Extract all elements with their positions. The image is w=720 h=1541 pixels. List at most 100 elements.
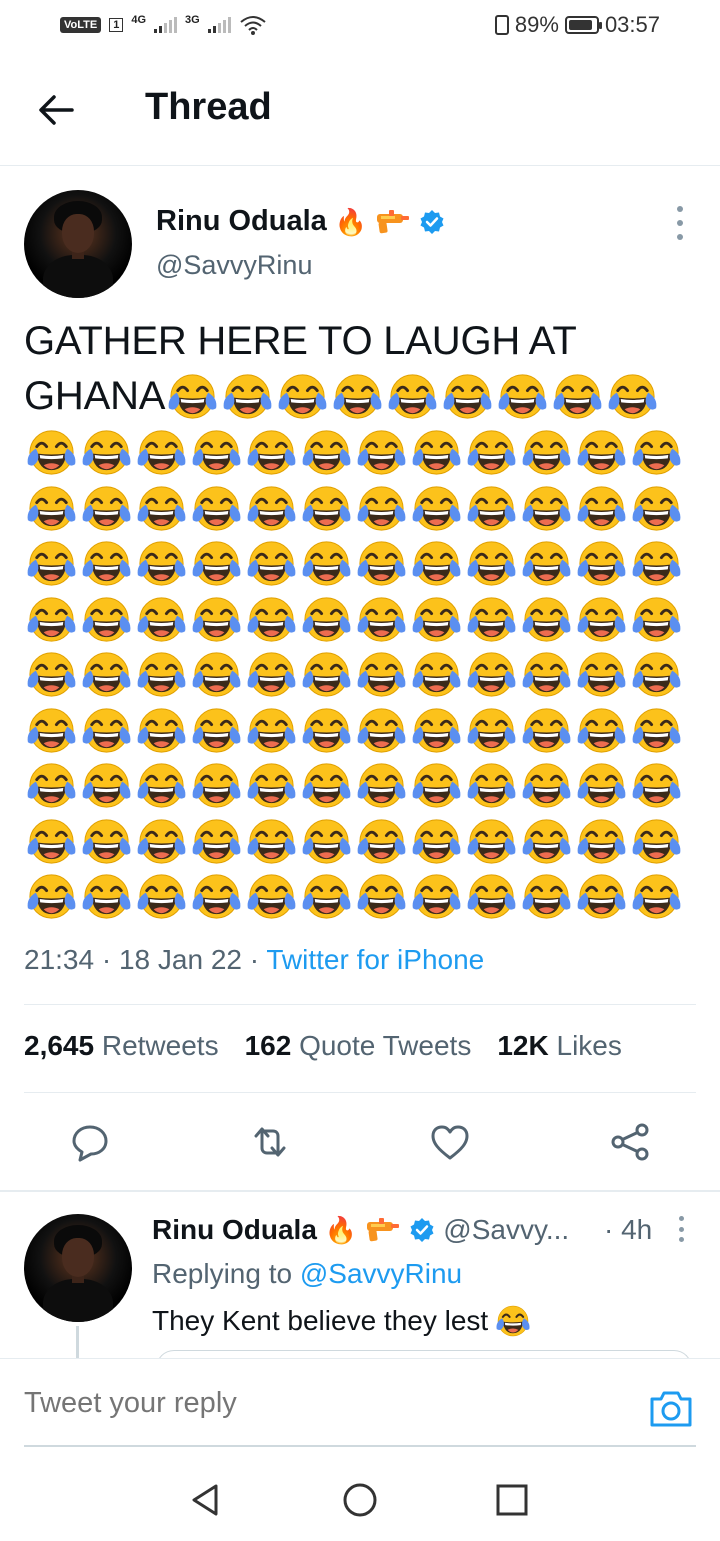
tears-of-joy-emoji-icon <box>354 758 409 813</box>
fire-emoji-icon: 🔥 <box>324 1215 358 1245</box>
sim-slot-indicator: 1 <box>109 18 124 32</box>
reply-input[interactable] <box>24 1387 634 1420</box>
tears-of-joy-emoji-icon <box>409 425 464 480</box>
reply-time: · 4h <box>604 1214 653 1245</box>
reply-header[interactable]: Rinu Oduala 🔥 @Savvy... · 4h <box>152 1214 692 1246</box>
tears-of-joy-emoji-icon <box>134 814 189 869</box>
more-options-icon[interactable] <box>672 206 688 240</box>
likes-stat[interactable]: 12K Likes <box>497 1030 622 1062</box>
verified-badge-icon <box>410 1218 434 1242</box>
retweet-icon[interactable] <box>248 1120 292 1164</box>
tears-of-joy-emoji-icon <box>464 814 519 869</box>
tears-of-joy-emoji-icon <box>244 536 299 591</box>
tweet-source-link[interactable]: Twitter for iPhone <box>266 944 484 975</box>
share-icon[interactable] <box>608 1120 652 1164</box>
tears-of-joy-emoji-icon <box>464 758 519 813</box>
nav-home-icon[interactable] <box>338 1478 382 1522</box>
author-name-row[interactable]: Rinu Oduala 🔥 <box>156 205 445 238</box>
tears-of-joy-emoji-icon <box>519 425 574 480</box>
tears-of-joy-emoji-icon <box>354 869 409 924</box>
wifi-icon <box>240 16 266 35</box>
tears-of-joy-emoji-icon <box>244 481 299 536</box>
signal-bars-1-icon <box>154 17 178 33</box>
tears-of-joy-emoji-icon <box>464 647 519 702</box>
tears-of-joy-emoji-icon <box>134 592 189 647</box>
tears-of-joy-emoji-icon <box>354 536 409 591</box>
tears-of-joy-emoji-icon <box>605 369 660 424</box>
status-bar-right: 89% 03:57 <box>494 12 660 38</box>
tears-of-joy-emoji-icon <box>519 536 574 591</box>
tears-of-joy-emoji-icon <box>244 592 299 647</box>
tears-of-joy-emoji-icon <box>134 425 189 480</box>
reply-icon[interactable] <box>68 1120 112 1164</box>
tweet-meta: 21:34 · 18 Jan 22 · Twitter for iPhone <box>24 944 484 976</box>
tears-of-joy-emoji-icon <box>189 425 244 480</box>
tears-of-joy-emoji-icon <box>495 369 550 424</box>
water-pistol-icon <box>367 1218 400 1242</box>
replying-mention-link[interactable]: @SavvyRinu <box>300 1258 462 1289</box>
retweets-stat[interactable]: 2,645 Retweets <box>24 1030 219 1062</box>
tears-of-joy-emoji-icon <box>574 481 629 536</box>
reply-text: They Kent believe they lest <box>152 1302 532 1340</box>
tears-of-joy-emoji-icon <box>574 425 629 480</box>
volte-indicator: VoLTE <box>60 17 102 33</box>
tweet-text-line-1: GATHER HERE TO LAUGH AT <box>24 319 577 363</box>
reply-composer <box>0 1358 720 1458</box>
tears-of-joy-emoji-icon <box>299 592 354 647</box>
reply-author-handle[interactable]: @Savvy... <box>443 1214 569 1246</box>
tears-of-joy-emoji-icon <box>519 814 574 869</box>
tears-of-joy-emoji-icon <box>409 592 464 647</box>
likes-count: 12K <box>497 1030 549 1061</box>
tears-of-joy-emoji-icon <box>299 703 354 758</box>
emoji-row <box>24 869 684 924</box>
tears-of-joy-emoji-icon <box>79 869 134 924</box>
tears-of-joy-emoji-icon <box>244 814 299 869</box>
emoji-row <box>165 369 660 424</box>
meta-separator: · <box>249 944 260 975</box>
reply-author-name[interactable]: Rinu Oduala <box>152 1214 317 1246</box>
tears-of-joy-emoji-icon <box>519 703 574 758</box>
tears-of-joy-emoji-icon <box>165 369 220 424</box>
tears-of-joy-emoji-icon <box>519 481 574 536</box>
tears-of-joy-emoji-icon <box>24 758 79 813</box>
reply-body: They Kent believe they lest <box>152 1305 489 1336</box>
nav-back-icon[interactable] <box>184 1478 228 1522</box>
water-pistol-icon <box>377 209 410 233</box>
back-arrow-icon[interactable] <box>36 90 76 130</box>
tears-of-joy-emoji-icon <box>24 814 79 869</box>
replying-to: Replying to @SavvyRinu <box>152 1258 462 1290</box>
like-heart-icon[interactable] <box>428 1120 472 1164</box>
tears-of-joy-emoji-icon <box>409 536 464 591</box>
tears-of-joy-emoji-icon <box>24 647 79 702</box>
tweet-text-line-2: GHANA <box>24 369 696 424</box>
tears-of-joy-emoji-icon <box>354 481 409 536</box>
author-name[interactable]: Rinu Oduala <box>156 205 327 238</box>
author-handle[interactable]: @SavvyRinu <box>156 250 312 281</box>
tears-of-joy-emoji-icon <box>24 703 79 758</box>
tears-of-joy-emoji-icon <box>330 369 385 424</box>
tears-of-joy-emoji-icon <box>189 703 244 758</box>
quote-tweets-stat[interactable]: 162 Quote Tweets <box>245 1030 472 1062</box>
tears-of-joy-emoji-icon <box>629 814 684 869</box>
camera-icon[interactable] <box>648 1387 694 1429</box>
tears-of-joy-emoji-icon <box>189 758 244 813</box>
tears-of-joy-emoji-icon <box>24 869 79 924</box>
reply-author-avatar[interactable] <box>24 1214 132 1322</box>
tears-of-joy-emoji-icon <box>299 425 354 480</box>
tears-of-joy-emoji-icon <box>299 869 354 924</box>
reply-more-options-icon[interactable] <box>676 1216 686 1242</box>
signal-bars-2-icon <box>207 17 231 33</box>
tweet-actions <box>0 1112 720 1172</box>
tears-of-joy-emoji-icon <box>385 369 440 424</box>
author-avatar[interactable] <box>24 190 132 298</box>
tears-of-joy-emoji-icon <box>574 703 629 758</box>
tears-of-joy-emoji-icon <box>134 758 189 813</box>
tears-of-joy-emoji-icon <box>629 758 684 813</box>
tears-of-joy-emoji-icon <box>464 869 519 924</box>
tears-of-joy-emoji-icon <box>629 703 684 758</box>
nav-recents-icon[interactable] <box>490 1478 534 1522</box>
emoji-row <box>24 703 684 758</box>
composer-underline <box>24 1445 696 1447</box>
tears-of-joy-emoji-icon <box>244 425 299 480</box>
vibrate-icon <box>494 15 509 35</box>
